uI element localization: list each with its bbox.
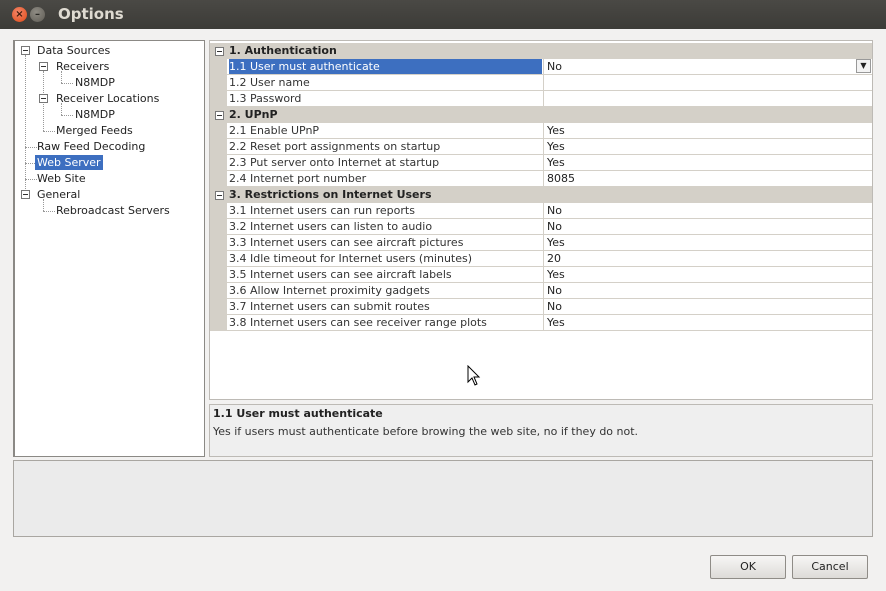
property-row-aircraft-labels[interactable]: 3.5 Internet users can see aircraft labe…	[227, 267, 872, 283]
category-restrictions[interactable]: 3. Restrictions on Internet Users	[210, 187, 872, 203]
property-value[interactable]: Yes	[543, 267, 872, 282]
grid-gutter	[210, 123, 227, 187]
tree-item-web-server[interactable]: Web Server	[35, 155, 103, 170]
property-name: 3.3 Internet users can see aircraft pict…	[229, 236, 464, 249]
tree-item-web-site[interactable]: Web Site	[35, 171, 88, 186]
property-value[interactable]: 8085	[543, 171, 872, 186]
property-name: 1.1 User must authenticate	[229, 59, 542, 74]
property-help-panel: 1.1 User must authenticate Yes if users …	[209, 404, 873, 457]
bottom-panel	[13, 460, 873, 537]
tree-item-data-sources[interactable]: Data Sources	[35, 43, 112, 58]
collapse-icon[interactable]	[215, 191, 224, 200]
property-name: 3.2 Internet users can listen to audio	[229, 220, 433, 233]
property-name: 2.1 Enable UPnP	[229, 124, 320, 137]
property-row-user-name[interactable]: 1.2 User name	[227, 75, 872, 91]
property-name: 3.7 Internet users can submit routes	[229, 300, 430, 313]
property-value[interactable]: No	[543, 219, 872, 234]
category-label: 2. UPnP	[229, 108, 278, 121]
tree-item-general[interactable]: General	[35, 187, 82, 202]
chevron-down-icon[interactable]: ▼	[856, 59, 871, 73]
ok-button[interactable]: OK	[710, 555, 786, 579]
property-row-password[interactable]: 1.3 Password	[227, 91, 872, 107]
tree-connector	[61, 83, 73, 84]
property-row-idle-timeout[interactable]: 3.4 Idle timeout for Internet users (min…	[227, 251, 872, 267]
tree-item-merged-feeds[interactable]: Merged Feeds	[54, 123, 135, 138]
property-value[interactable]: Yes	[543, 155, 872, 170]
help-description: Yes if users must authenticate before br…	[213, 425, 639, 438]
property-row-submit-routes[interactable]: 3.7 Internet users can submit routes No	[227, 299, 872, 315]
property-value[interactable]: No	[543, 299, 872, 314]
property-name: 1.2 User name	[229, 76, 310, 89]
tree-item-location-n8mdp[interactable]: N8MDP	[73, 107, 117, 122]
category-label: 3. Restrictions on Internet Users	[229, 188, 432, 201]
grid-gutter	[210, 203, 227, 331]
property-value[interactable]: No	[543, 283, 872, 298]
collapse-icon[interactable]	[215, 111, 224, 120]
property-value: No	[547, 60, 562, 73]
property-row-put-server-online[interactable]: 2.3 Put server onto Internet at startup …	[227, 155, 872, 171]
cancel-button[interactable]: Cancel	[792, 555, 868, 579]
property-row-aircraft-pictures[interactable]: 3.3 Internet users can see aircraft pict…	[227, 235, 872, 251]
property-value-dropdown[interactable]: No ▼	[543, 59, 872, 74]
property-row-reset-port-assignments[interactable]: 2.2 Reset port assignments on startup Ye…	[227, 139, 872, 155]
tree-item-rebroadcast-servers[interactable]: Rebroadcast Servers	[54, 203, 172, 218]
collapse-icon[interactable]	[39, 94, 48, 103]
tree-item-receiver-n8mdp[interactable]: N8MDP	[73, 75, 117, 90]
property-value[interactable]: Yes	[543, 235, 872, 250]
property-value[interactable]: Yes	[543, 315, 872, 330]
property-value[interactable]	[543, 75, 872, 90]
tree-item-raw-feed-decoding[interactable]: Raw Feed Decoding	[35, 139, 147, 154]
close-icon[interactable]: ×	[12, 7, 27, 22]
property-name: 2.2 Reset port assignments on startup	[229, 140, 441, 153]
property-row-receiver-range-plots[interactable]: 3.8 Internet users can see receiver rang…	[227, 315, 872, 331]
tree-item-receiver-locations[interactable]: Receiver Locations	[54, 91, 161, 106]
property-name: 3.8 Internet users can see receiver rang…	[229, 316, 487, 329]
title-bar: × – Options	[0, 0, 886, 29]
property-row-listen-to-audio[interactable]: 3.2 Internet users can listen to audio N…	[227, 219, 872, 235]
collapse-icon[interactable]	[21, 190, 30, 199]
mouse-pointer-icon	[467, 365, 481, 386]
minimize-icon[interactable]: –	[30, 7, 45, 22]
collapse-icon[interactable]	[215, 47, 224, 56]
property-row-run-reports[interactable]: 3.1 Internet users can run reports No	[227, 203, 872, 219]
property-row-internet-port-number[interactable]: 2.4 Internet port number 8085	[227, 171, 872, 187]
tree-connector	[25, 55, 26, 195]
property-name: 3.1 Internet users can run reports	[229, 204, 415, 217]
property-name: 3.4 Idle timeout for Internet users (min…	[229, 252, 473, 265]
property-name: 2.4 Internet port number	[229, 172, 367, 185]
property-name: 2.3 Put server onto Internet at startup	[229, 156, 440, 169]
property-value[interactable]	[543, 91, 872, 106]
collapse-icon[interactable]	[39, 62, 48, 71]
property-row-user-must-authenticate[interactable]: 1.1 User must authenticate No ▼	[227, 59, 872, 75]
property-value[interactable]: 20	[543, 251, 872, 266]
grid-gutter	[210, 59, 227, 107]
help-title: 1.1 User must authenticate	[213, 407, 383, 420]
property-name: 3.5 Internet users can see aircraft labe…	[229, 268, 452, 281]
property-value[interactable]: Yes	[543, 139, 872, 154]
property-name: 1.3 Password	[229, 92, 302, 105]
category-label: 1. Authentication	[229, 44, 337, 57]
property-name: 3.6 Allow Internet proximity gadgets	[229, 284, 430, 297]
tree-connector	[61, 115, 73, 116]
window-title: Options	[58, 5, 124, 23]
property-value[interactable]: No	[543, 203, 872, 218]
property-value[interactable]: Yes	[543, 123, 872, 138]
collapse-icon[interactable]	[21, 46, 30, 55]
options-tree[interactable]: Data Sources Receivers N8MDP Receiver Lo…	[13, 40, 205, 457]
category-authentication[interactable]: 1. Authentication	[210, 43, 872, 59]
property-row-proximity-gadgets[interactable]: 3.6 Allow Internet proximity gadgets No	[227, 283, 872, 299]
category-upnp[interactable]: 2. UPnP	[210, 107, 872, 123]
property-row-enable-upnp[interactable]: 2.1 Enable UPnP Yes	[227, 123, 872, 139]
property-grid[interactable]: 1. Authentication 1.1 User must authenti…	[209, 40, 873, 400]
tree-item-receivers[interactable]: Receivers	[54, 59, 111, 74]
